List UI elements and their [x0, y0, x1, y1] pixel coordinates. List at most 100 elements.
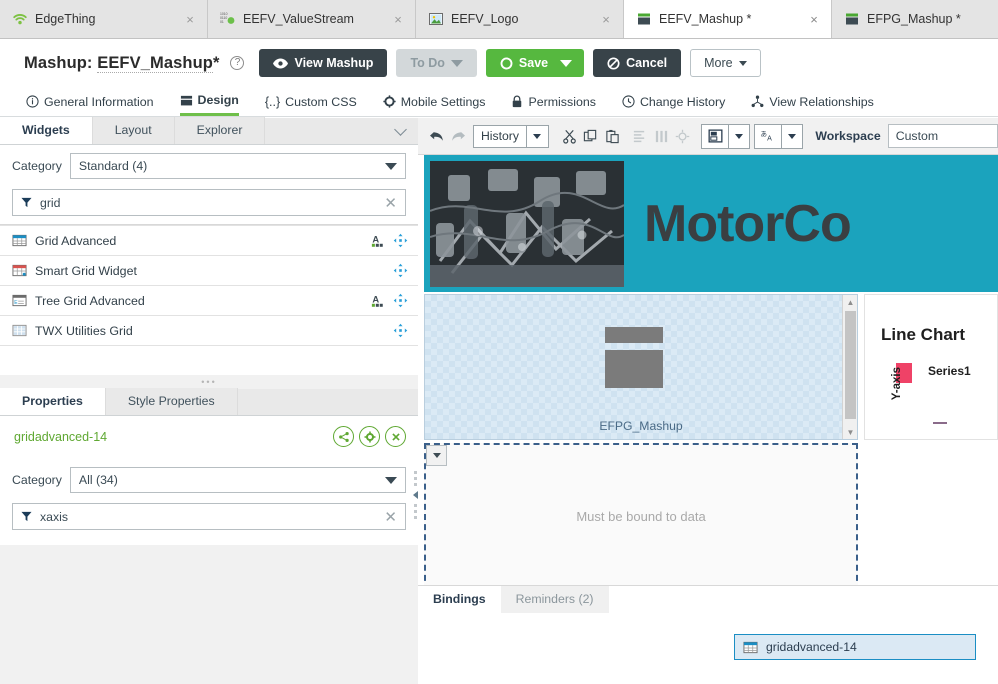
subnav-item-custom-css[interactable]: {..} Custom CSS — [265, 87, 357, 116]
paste-icon[interactable] — [602, 123, 624, 149]
subnav-item-design[interactable]: Design — [179, 87, 239, 116]
chevron-down-icon[interactable] — [781, 124, 802, 148]
cut-icon[interactable] — [559, 123, 581, 149]
save-button[interactable]: Save — [485, 49, 585, 77]
drag-move-icon[interactable] — [393, 263, 408, 278]
tab-bindings[interactable]: Bindings — [418, 586, 501, 613]
more-button[interactable]: More — [690, 49, 761, 77]
bindings-canvas[interactable]: gridadvanced-14 — [418, 613, 998, 684]
help-icon[interactable]: ? — [230, 56, 245, 70]
view-mashup-button[interactable]: View Mashup — [259, 49, 388, 77]
tab-close-icon[interactable]: × — [599, 12, 613, 27]
smart-grid-icon — [12, 264, 27, 277]
design-icon — [180, 95, 192, 105]
svg-text:A: A — [767, 135, 772, 143]
widget-name: TWX Utilities Grid — [35, 323, 133, 338]
tab-layout[interactable]: Layout — [92, 117, 175, 144]
properties-category-label: Category — [12, 473, 62, 487]
gear-icon[interactable] — [359, 426, 380, 447]
undo-icon[interactable] — [426, 123, 448, 149]
svg-text:あ: あ — [761, 130, 768, 138]
clear-filter-icon[interactable]: ✕ — [384, 194, 397, 212]
drag-move-icon[interactable] — [393, 323, 408, 338]
copy-icon[interactable] — [580, 123, 602, 149]
scrollbar-thumb[interactable] — [845, 311, 856, 419]
clear-filter-icon[interactable]: ✕ — [384, 508, 397, 526]
subnav-item-view-relationships[interactable]: View Relationships — [751, 87, 874, 116]
tab-reminders[interactable]: Reminders (2) — [500, 586, 609, 613]
browser-tab-efpg-mashup[interactable]: EFPG_Mashup * × — [832, 0, 998, 38]
browser-tab-eefv-mashup[interactable]: EEFV_Mashup * × — [624, 0, 832, 38]
localization-splitbutton[interactable]: あ A — [754, 123, 804, 149]
browser-tab-eefv-logo[interactable]: EEFV_Logo × — [416, 0, 624, 38]
list-item[interactable]: E Tree Grid Advanced A — [0, 285, 418, 315]
line-chart-widget[interactable]: Line Chart Y-axis Series1 — [864, 294, 998, 440]
tab-close-icon[interactable]: × — [183, 12, 197, 27]
mashup-scrollbar[interactable]: ▲ ▼ — [842, 295, 857, 439]
subnav-item-mobile-settings[interactable]: Mobile Settings — [383, 87, 485, 116]
save-circle-icon — [500, 57, 513, 69]
drag-move-icon[interactable] — [393, 293, 408, 308]
widgets-category-select[interactable]: Standard (4) — [69, 153, 406, 179]
tab-close-icon[interactable]: × — [391, 12, 405, 27]
chart-x-axis-tick — [933, 422, 947, 424]
widgets-category-label: Category — [12, 159, 62, 173]
wifi-thing-icon — [13, 14, 27, 25]
banner-widget[interactable]: MotorCo — [424, 155, 998, 292]
list-item[interactable]: Grid Advanced A — [0, 225, 418, 255]
redo-icon[interactable] — [448, 123, 470, 149]
todo-button[interactable]: To Do — [396, 49, 477, 77]
chevron-down-icon — [738, 60, 747, 66]
tab-explorer[interactable]: Explorer — [174, 117, 266, 144]
list-item[interactable]: TWX Utilities Grid — [0, 315, 418, 345]
widget-name: Grid Advanced — [35, 233, 117, 248]
tree-grid-icon: E — [12, 294, 27, 307]
collapse-panel-button[interactable] — [390, 122, 410, 142]
widget-menu-button[interactable] — [426, 445, 447, 466]
localization-icon[interactable]: あ A — [755, 125, 781, 148]
chevron-down-icon[interactable] — [560, 59, 573, 67]
utilities-grid-icon — [12, 324, 27, 337]
subnav-label: Change History — [639, 94, 726, 109]
collapse-left-arrow-icon[interactable] — [412, 491, 418, 499]
scroll-down-icon[interactable]: ▼ — [843, 425, 858, 439]
tab-close-icon[interactable]: × — [807, 12, 821, 27]
valuestream-icon: 1010 0110 01 — [220, 12, 235, 24]
widgets-filter-value: grid — [40, 195, 61, 210]
chart-y-axis-label: Y-axis — [891, 367, 903, 401]
subnav-item-change-history[interactable]: Change History — [622, 87, 725, 116]
subnav-item-general-information[interactable]: General Information — [26, 87, 154, 116]
drag-move-icon[interactable] — [393, 233, 408, 248]
binding-node-gridadvanced-14[interactable]: gridadvanced-14 — [734, 634, 976, 660]
chevron-down-icon[interactable] — [728, 124, 749, 148]
localization-icon: A — [371, 294, 383, 307]
widgets-filter-input[interactable]: grid ✕ — [12, 189, 406, 216]
widgets-category-value: Standard (4) — [78, 159, 148, 173]
tab-style-properties[interactable]: Style Properties — [105, 388, 238, 415]
properties-filter-input[interactable]: xaxis ✕ — [12, 503, 406, 530]
properties-category-select[interactable]: All (34) — [69, 467, 406, 493]
history-dropdown[interactable]: History — [473, 124, 549, 148]
chevron-down-icon[interactable] — [525, 125, 548, 147]
scroll-up-icon[interactable]: ▲ — [843, 295, 858, 309]
todo-label: To Do — [410, 56, 445, 70]
workspace-select[interactable]: Custom — [887, 124, 998, 148]
filter-funnel-icon — [21, 197, 32, 208]
selected-widget-row: gridadvanced-14 — [0, 416, 418, 453]
tab-properties[interactable]: Properties — [0, 388, 106, 415]
list-item[interactable]: Smart Grid Widget — [0, 255, 418, 285]
cancel-button[interactable]: Cancel — [593, 49, 682, 77]
tab-widgets[interactable]: Widgets — [0, 117, 93, 144]
browser-tab-edgething[interactable]: EdgeThing × — [0, 0, 208, 38]
layout-view-splitbutton[interactable] — [701, 123, 751, 149]
binding-node-label: gridadvanced-14 — [766, 640, 857, 654]
subnav-item-permissions[interactable]: Permissions — [511, 87, 596, 116]
browser-tab-eefv-valuestream[interactable]: 1010 0110 01 EEFV_ValueStream × — [208, 0, 416, 38]
gridadvanced-widget[interactable]: Must be bound to data ••• — [424, 443, 858, 598]
layout-view-icon[interactable] — [702, 125, 728, 148]
share-icon[interactable] — [333, 426, 354, 447]
panel-resize-handle[interactable]: ••• — [0, 375, 418, 389]
contained-mashup-widget[interactable]: EFPG_Mashup ▲ ▼ — [424, 294, 858, 440]
chevron-down-icon — [385, 476, 397, 484]
close-icon[interactable] — [385, 426, 406, 447]
